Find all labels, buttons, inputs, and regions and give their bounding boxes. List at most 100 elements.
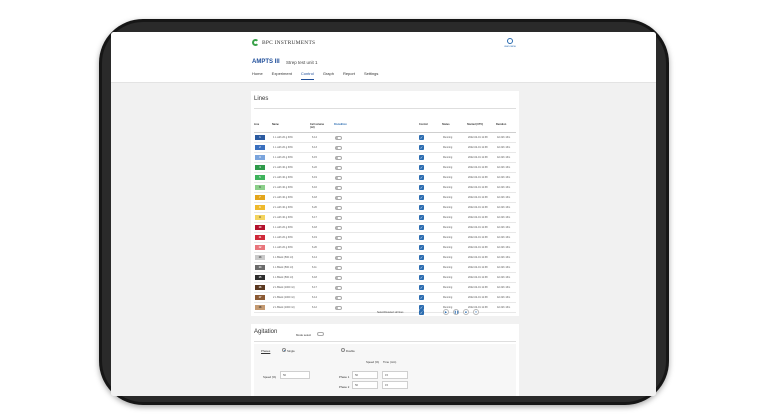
stop-icon[interactable]: ■ bbox=[463, 309, 469, 315]
control-checkbox[interactable]: ✓ bbox=[419, 275, 424, 280]
control-checkbox[interactable]: ✓ bbox=[419, 235, 424, 240]
line-badge: 2 bbox=[255, 145, 265, 150]
started: 2022-02-01 11:38 bbox=[468, 146, 488, 149]
dis-edition-toggle[interactable] bbox=[335, 306, 342, 310]
select-all-label: Select/Deselect all lines bbox=[377, 311, 404, 314]
user-menu[interactable]: user.name bbox=[500, 38, 520, 48]
cell-volume: 6.20 bbox=[312, 206, 317, 209]
line-badge: 5 bbox=[255, 175, 265, 180]
started: 2022-02-01 11:38 bbox=[468, 186, 488, 189]
started: 2022-02-01 11:38 bbox=[468, 256, 488, 259]
status: Running bbox=[443, 286, 453, 289]
dis-edition-toggle[interactable] bbox=[335, 206, 342, 210]
cell-volume: 6.18 bbox=[312, 276, 317, 279]
duration: 4d 22h 13m bbox=[497, 146, 511, 149]
agitation-title: Agitation bbox=[254, 329, 278, 335]
dis-edition-toggle[interactable] bbox=[335, 176, 342, 180]
line-badge: 18 bbox=[255, 305, 265, 310]
cell-volume: 6.17 bbox=[312, 216, 317, 219]
double-radio[interactable] bbox=[341, 348, 345, 352]
dis-edition-toggle[interactable] bbox=[335, 166, 342, 170]
dis-edition-toggle[interactable] bbox=[335, 196, 342, 200]
control-checkbox[interactable]: ✓ bbox=[419, 215, 424, 220]
dis-edition-toggle[interactable] bbox=[335, 296, 342, 300]
tab-home[interactable]: Home bbox=[252, 71, 263, 80]
play-icon[interactable]: ▶ bbox=[443, 309, 449, 315]
table-row: 6 2 L with 40 g 30% 6.16 ✓ Running 2022-02-01… bbox=[254, 183, 516, 193]
pause-icon[interactable]: ❚❚ bbox=[453, 309, 459, 315]
app-header: BPC INSTRUMENTS user.name AMPTS III Stre… bbox=[111, 32, 656, 82]
control-checkbox[interactable]: ✓ bbox=[419, 255, 424, 260]
user-icon bbox=[507, 38, 513, 44]
dis-edition-toggle[interactable] bbox=[335, 216, 342, 220]
line-name: 1 L with 20 g 30% bbox=[273, 146, 293, 149]
cell-volume: 6.20 bbox=[312, 246, 317, 249]
control-checkbox[interactable]: ✓ bbox=[419, 285, 424, 290]
close-icon[interactable]: ✕ bbox=[473, 309, 479, 315]
dis-edition-toggle[interactable] bbox=[335, 146, 342, 150]
cell-volume: 6.12 bbox=[312, 306, 317, 309]
speed-input[interactable]: 50 bbox=[280, 371, 310, 379]
status: Running bbox=[443, 206, 453, 209]
tab-experiment[interactable]: Experiment bbox=[272, 71, 292, 80]
line-badge: 3 bbox=[255, 155, 265, 160]
table-row: 10 1 L with 20 g 30% 6.18 ✓ Running 2022-02-0… bbox=[254, 223, 516, 233]
line-name: 1 L with 20 g 30% bbox=[273, 236, 293, 239]
dis-edition-toggle[interactable] bbox=[335, 286, 342, 290]
single-radio[interactable] bbox=[282, 348, 286, 352]
dis-edition-toggle[interactable] bbox=[335, 236, 342, 240]
control-checkbox[interactable]: ✓ bbox=[419, 265, 424, 270]
control-checkbox[interactable]: ✓ bbox=[419, 145, 424, 150]
control-checkbox[interactable]: ✓ bbox=[419, 165, 424, 170]
tab-graph[interactable]: Graph bbox=[323, 71, 334, 80]
duration: 4d 22h 13m bbox=[497, 136, 511, 139]
column-header: Started (UTC) bbox=[467, 123, 484, 126]
duration: 4d 22h 13m bbox=[497, 156, 511, 159]
line-name: 2 L with 40 g 30% bbox=[273, 166, 293, 169]
control-checkbox[interactable]: ✓ bbox=[419, 295, 424, 300]
dis-edition-toggle[interactable] bbox=[335, 156, 342, 160]
app-subtitle: Strep test unit 1 bbox=[286, 60, 318, 65]
control-checkbox[interactable]: ✓ bbox=[419, 135, 424, 140]
dis-edition-toggle[interactable] bbox=[335, 256, 342, 260]
status: Running bbox=[443, 146, 453, 149]
dis-edition-toggle[interactable] bbox=[335, 246, 342, 250]
control-checkbox[interactable]: ✓ bbox=[419, 225, 424, 230]
control-checkbox[interactable]: ✓ bbox=[419, 155, 424, 160]
tab-settings[interactable]: Settings bbox=[364, 71, 378, 80]
control-checkbox[interactable]: ✓ bbox=[419, 185, 424, 190]
table-row: 16 2 L Blank (1000 ml) 6.17 ✓ Running 2022-02… bbox=[254, 283, 516, 293]
cell-volume: 6.18 bbox=[312, 226, 317, 229]
dis-edition-toggle[interactable] bbox=[335, 186, 342, 190]
control-checkbox[interactable]: ✓ bbox=[419, 205, 424, 210]
dis-edition-toggle[interactable] bbox=[335, 266, 342, 270]
phase2-time-input[interactable]: 15 bbox=[382, 381, 408, 389]
tab-control[interactable]: Control bbox=[300, 71, 314, 80]
mode-select-toggle[interactable] bbox=[317, 332, 324, 336]
control-checkbox[interactable]: ✓ bbox=[419, 175, 424, 180]
phase1-speed-input[interactable]: 50 bbox=[352, 371, 378, 379]
phases-label: Phases bbox=[261, 349, 271, 353]
line-badge: 15 bbox=[255, 275, 265, 280]
phase2-speed-input[interactable]: 50 bbox=[352, 381, 378, 389]
line-name: 1 L Blank (500 ml) bbox=[273, 276, 294, 279]
started: 2022-02-01 11:38 bbox=[468, 136, 488, 139]
control-checkbox[interactable]: ✓ bbox=[419, 245, 424, 250]
cell-volume: 6.22 bbox=[312, 166, 317, 169]
started: 2022-02-01 11:38 bbox=[468, 286, 488, 289]
dis-edition-toggle[interactable] bbox=[335, 226, 342, 230]
line-badge: 1 bbox=[255, 135, 265, 140]
duration: 4d 22h 13m bbox=[497, 266, 511, 269]
select-all-checkbox[interactable]: ✓ bbox=[419, 310, 424, 315]
dis-edition-toggle[interactable] bbox=[335, 136, 342, 140]
dis-edition-toggle[interactable] bbox=[335, 276, 342, 280]
agitation-card: Agitation Mode select Phases Single Doub… bbox=[251, 324, 519, 396]
tab-report[interactable]: Report bbox=[343, 71, 355, 80]
cell-volume: 6.13 bbox=[312, 146, 317, 149]
line-badge: 17 bbox=[255, 295, 265, 300]
control-checkbox[interactable]: ✓ bbox=[419, 195, 424, 200]
phase1-time-input[interactable]: 15 bbox=[382, 371, 408, 379]
status: Running bbox=[443, 296, 453, 299]
cell-volume: 6.19 bbox=[312, 236, 317, 239]
line-badge: 13 bbox=[255, 255, 265, 260]
